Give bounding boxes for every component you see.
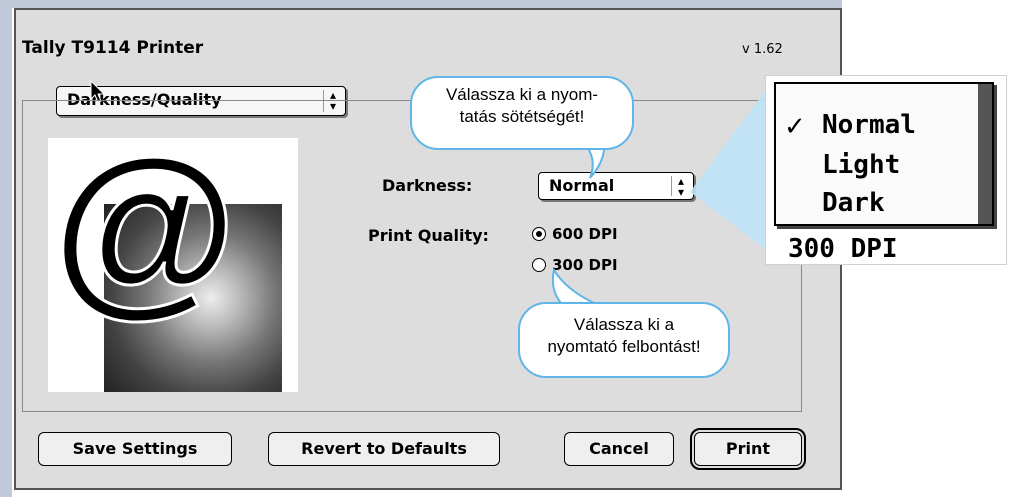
checkmark-icon: ✓ bbox=[784, 112, 806, 142]
darkness-menu: ✓ Normal Light Dark bbox=[774, 82, 994, 226]
print-button[interactable]: Print bbox=[690, 428, 806, 470]
darkness-callout-line1: Válassza ki a nyom- bbox=[445, 85, 599, 104]
darkness-callout: Válassza ki a nyom- tatás sötétségét! bbox=[410, 76, 634, 150]
revert-to-defaults-button[interactable]: Revert to Defaults bbox=[268, 432, 500, 466]
menu-item-normal[interactable]: Normal bbox=[822, 110, 916, 140]
save-settings-button[interactable]: Save Settings bbox=[38, 432, 232, 466]
cancel-button[interactable]: Cancel bbox=[564, 432, 674, 466]
resolution-callout: Válassza ki a nyomtató felbontást! bbox=[518, 302, 730, 378]
menu-item-dark[interactable]: Dark bbox=[822, 188, 885, 218]
resolution-callout-line1: Válassza ki a bbox=[573, 315, 675, 334]
zoomed-300dpi-row: 300 DPI bbox=[788, 234, 898, 264]
menu-item-light[interactable]: Light bbox=[822, 150, 900, 180]
zoomed-menu-inset: ✓ Normal Light Dark 300 DPI bbox=[766, 76, 1006, 264]
menu-scrollbar bbox=[978, 84, 992, 224]
darkness-callout-line2: tatás sötétségét! bbox=[459, 107, 585, 126]
resolution-callout-line2: nyomtató felbontást! bbox=[547, 337, 701, 356]
